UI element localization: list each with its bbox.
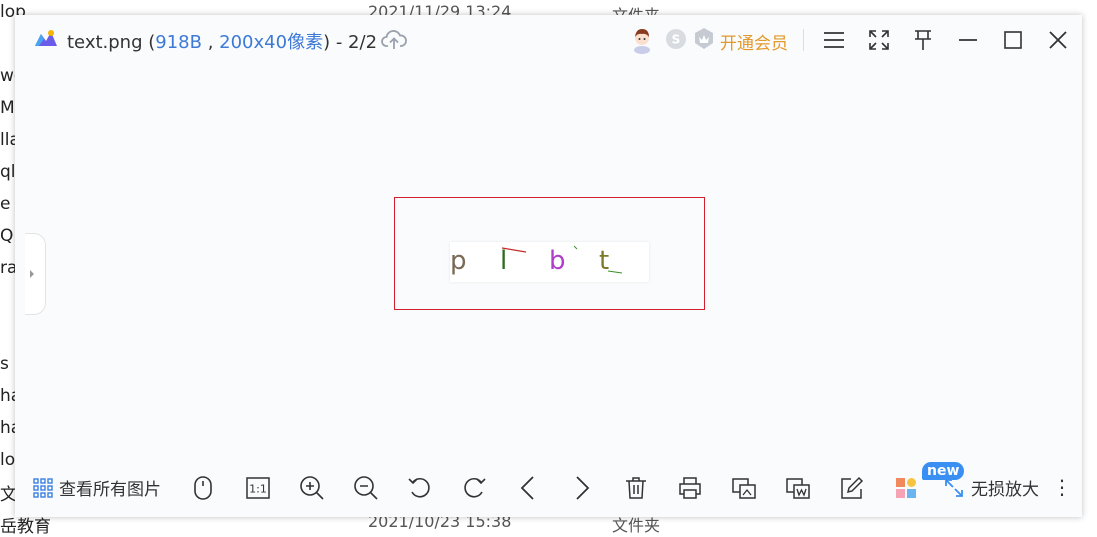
delete-button[interactable] <box>621 473 651 503</box>
noise-line <box>501 245 623 274</box>
image-convert-icon <box>732 478 756 499</box>
cloud-upload-icon[interactable] <box>381 28 407 52</box>
mouse-mode-button[interactable] <box>188 473 218 503</box>
app-logo-icon <box>35 30 57 46</box>
maximize-icon <box>1004 31 1022 49</box>
pin-icon <box>915 30 931 50</box>
chevron-right-icon <box>576 476 590 500</box>
image-viewer-window: text.png (918B , 200x40像素) - 2/2 S 开通会员 <box>15 15 1082 517</box>
rotate-right-icon <box>464 477 486 498</box>
more-options-button[interactable]: ⋮ <box>1052 475 1072 499</box>
trash-icon <box>626 477 646 499</box>
image-export-icon <box>786 478 810 499</box>
rotate-left-button[interactable] <box>405 473 435 503</box>
view-all-label: 查看所有图片 <box>59 480 161 500</box>
expand-arrows-icon <box>945 478 963 497</box>
close-button[interactable] <box>1045 27 1071 53</box>
grid-icon <box>33 477 53 498</box>
printer-icon <box>679 477 701 499</box>
file-name: text.png <box>67 32 143 53</box>
close-icon <box>1049 31 1067 49</box>
fullscreen-icon <box>869 30 889 50</box>
file-size: 918B <box>155 32 202 53</box>
apps-icon <box>896 478 916 498</box>
image-position: - 2/2 <box>330 32 378 53</box>
lossless-zoom-button[interactable]: 无损放大 <box>943 475 1039 500</box>
previous-image-button[interactable] <box>513 473 543 503</box>
edit-button[interactable] <box>837 473 867 503</box>
svg-text:1:1: 1:1 <box>249 483 267 496</box>
bg-file-name: ql <box>0 162 16 182</box>
rotate-left-icon <box>408 477 430 498</box>
sidebar-toggle-handle[interactable] <box>25 233 46 315</box>
bottom-toolbar: 查看所有图片 1:1 new 无损放大 ⋮ <box>15 462 1082 509</box>
title-bar[interactable]: text.png (918B , 200x40像素) - 2/2 S 开通会员 <box>15 15 1082 67</box>
fullscreen-button[interactable] <box>866 27 892 53</box>
zoom-in-button[interactable] <box>297 473 327 503</box>
next-image-button[interactable] <box>567 473 597 503</box>
vip-badge-icon[interactable] <box>693 27 715 51</box>
edit-icon <box>841 476 864 499</box>
maximize-button[interactable] <box>1000 27 1026 53</box>
print-button[interactable] <box>675 473 705 503</box>
minimize-button[interactable] <box>955 27 981 53</box>
chevron-right-icon <box>30 270 34 278</box>
mouse-icon <box>194 476 212 500</box>
title-divider <box>803 29 804 51</box>
bg-file-name: s <box>0 354 9 374</box>
zoom-out-button[interactable] <box>351 473 381 503</box>
window-title: text.png (918B , 200x40像素) - 2/2 <box>67 32 378 53</box>
zoom-in-icon <box>300 476 324 500</box>
svg-text:S: S <box>672 33 681 47</box>
pin-button[interactable] <box>910 27 936 53</box>
export-image-button[interactable] <box>783 473 813 503</box>
image-dimensions: 200x40像素 <box>219 32 324 53</box>
rotate-right-button[interactable] <box>459 473 489 503</box>
displayed-image[interactable]: p l b t <box>450 242 649 282</box>
actual-size-button[interactable]: 1:1 <box>243 473 273 503</box>
view-all-images-button[interactable]: 查看所有图片 <box>33 475 161 500</box>
chevron-left-icon <box>520 476 534 500</box>
bg-file-name: e <box>0 194 11 214</box>
menu-button[interactable] <box>821 27 847 53</box>
image-selection-frame[interactable]: p l b t <box>394 197 705 310</box>
vip-membership-link[interactable]: 开通会员 <box>720 29 788 54</box>
hamburger-menu-icon <box>824 32 844 48</box>
lossless-zoom-label: 无损放大 <box>971 480 1039 500</box>
zoom-out-icon <box>354 476 378 500</box>
apps-button[interactable] <box>891 473 921 503</box>
minimize-icon <box>959 39 977 41</box>
coin-icon[interactable]: S <box>665 28 687 50</box>
actual-size-icon: 1:1 <box>246 477 270 499</box>
convert-image-button[interactable] <box>729 473 759 503</box>
user-avatar[interactable] <box>630 26 654 54</box>
